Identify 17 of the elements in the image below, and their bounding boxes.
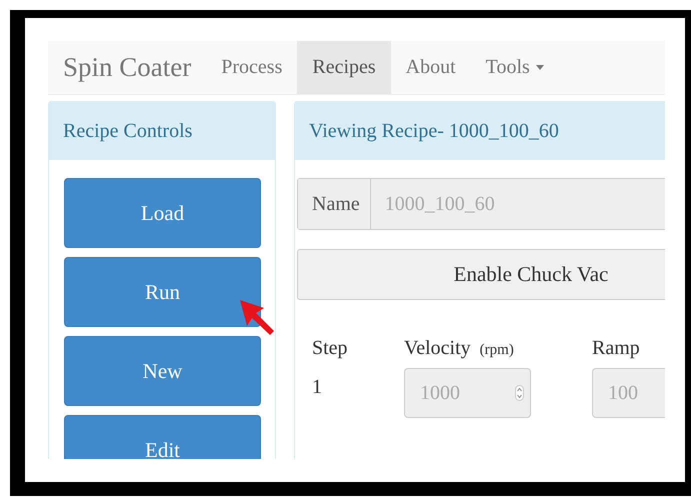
action-button[interactable]: Run [64,257,261,327]
nav-tab[interactable]: Recipes [297,41,391,94]
action-button[interactable]: Edit [64,415,261,459]
column-header: Ramp [592,337,640,359]
action-button[interactable]: Load [64,178,261,248]
app-title[interactable]: Spin Coater [48,41,206,94]
step-number: 1 [312,376,322,398]
nav-tab[interactable]: Tools [470,41,559,94]
vac-button[interactable]: Enable Chuck Vac [297,249,665,300]
panel-heading: Recipe Controls [49,102,275,160]
panel-heading: Viewing Recipe- 1000_100_60 [295,102,665,160]
unit-label: (rpm) [480,342,514,359]
nav-tab[interactable]: About [390,41,471,94]
column-header: Step [312,337,348,359]
action-button[interactable]: New [64,336,261,406]
nav-tab[interactable]: Process [206,41,298,94]
column-header: Velocity [404,337,471,360]
